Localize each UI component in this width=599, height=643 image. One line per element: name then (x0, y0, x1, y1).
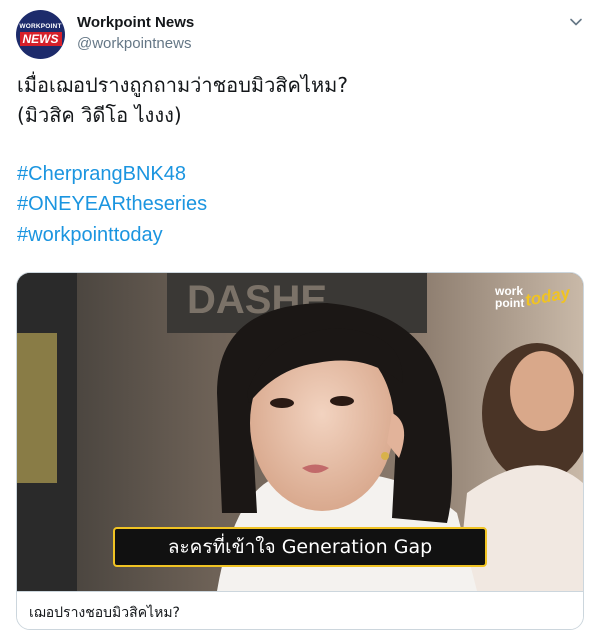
card-title[interactable]: เฌอปรางชอบมิวสิคไหม? (29, 602, 180, 624)
avatar-label-top: WORKPOINT (19, 23, 62, 30)
hashtag-link[interactable]: #CherprangBNK48 (17, 161, 186, 187)
hashtag-link[interactable]: #ONEYEARtheseries (17, 191, 207, 217)
author-handle[interactable]: @workpointnews (77, 35, 191, 52)
avatar-label-bottom: NEWS (19, 32, 62, 46)
tweet-text-line-1: เมื่อเฌอปรางถูกถามว่าชอบมิวสิคไหม? (17, 73, 348, 97)
hashtag-link[interactable]: #workpointtoday (17, 222, 163, 248)
chevron-down-icon[interactable] (568, 14, 584, 30)
subtitle-text: ละครที่เข้าใจ Generation Gap (167, 536, 433, 558)
card-footer[interactable]: เฌอปรางชอบมิวสิคไหม? (17, 591, 583, 629)
workpoint-today-logo: work point today (495, 283, 575, 321)
avatar[interactable]: WORKPOINT NEWS (16, 10, 65, 59)
video-subtitle: ละครที่เข้าใจ Generation Gap (113, 527, 487, 567)
tweet: WORKPOINT NEWS Workpoint News @workpoint… (0, 0, 599, 643)
tweet-text-line-2: (มิวสิค วิดีโอ ไงงง) (17, 103, 182, 127)
author-name[interactable]: Workpoint News (77, 14, 194, 31)
logo-point-text: point (495, 296, 525, 310)
link-card[interactable]: DASHE work point today ละครที่เข้าใจ Gen… (16, 272, 584, 630)
logo-today-text: today (523, 283, 572, 310)
video-thumbnail[interactable]: DASHE work point today ละครที่เข้าใจ Gen… (17, 273, 583, 591)
